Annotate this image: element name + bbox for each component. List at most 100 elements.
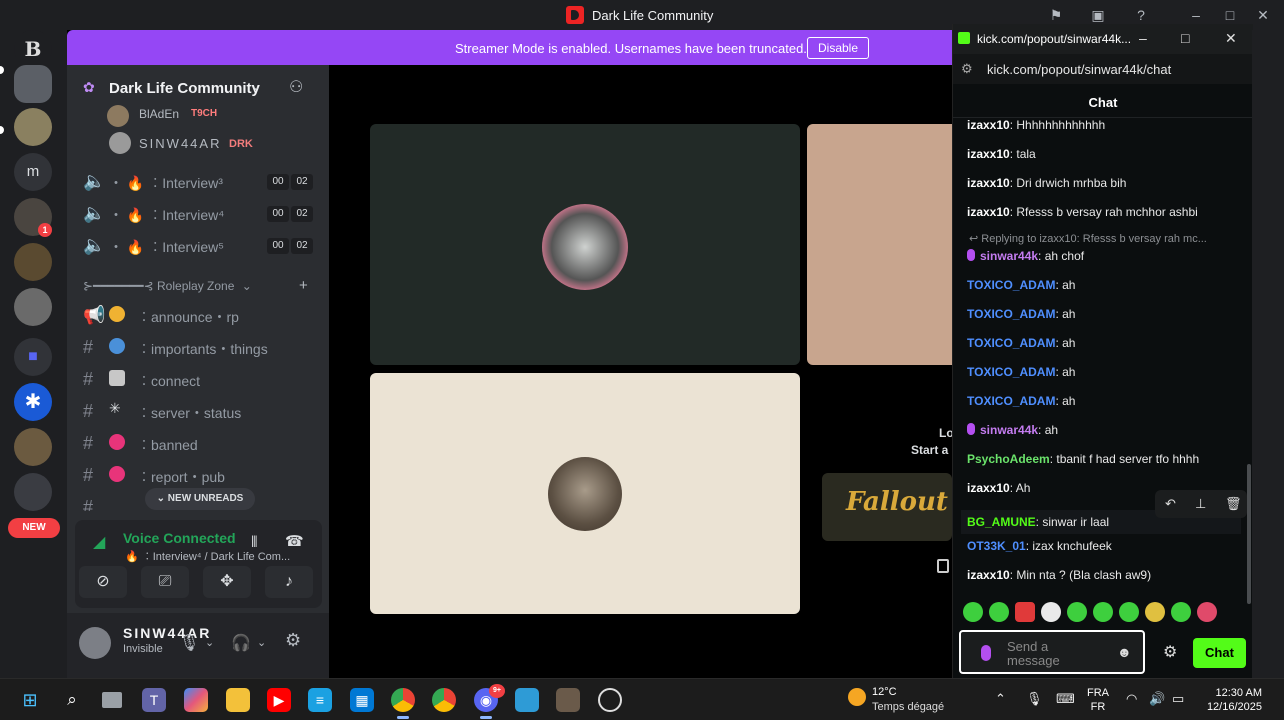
chat-username[interactable]: izaxx10	[967, 205, 1010, 219]
category-roleplay-zone[interactable]: ⊱━━━━━━━⊰ Roleplay Zone ⌄	[83, 279, 252, 293]
voice-channel-interview-4[interactable]: 🔈 ・ 🔥 ︰Interview⁴ 00 02	[81, 199, 321, 227]
voice-user-name[interactable]: SINW44AR	[139, 136, 221, 151]
channel-banned[interactable]: # ︰banned	[81, 429, 321, 457]
game-icon[interactable]	[556, 688, 580, 712]
flag-icon[interactable]: ⚑	[1048, 7, 1064, 23]
chat-settings-icon[interactable]: ⚙	[1163, 642, 1177, 662]
add-member-icon[interactable]: ⚇	[289, 77, 303, 97]
emote-icon[interactable]	[963, 602, 983, 622]
chrome-icon[interactable]	[432, 688, 456, 712]
emote-icon[interactable]	[1015, 602, 1035, 622]
soundboard-icon[interactable]: ♪	[265, 566, 313, 598]
chat-username[interactable]: izaxx10	[967, 147, 1010, 161]
popout-icon[interactable]	[937, 559, 949, 573]
chat-message[interactable]: OT33K_01: izax knchufeek	[967, 539, 1247, 553]
chat-message[interactable]: izaxx10: tala	[967, 147, 1247, 161]
microphone-icon[interactable]: 🎙	[1026, 691, 1043, 707]
channel-server-status[interactable]: # ✳ ︰server・status	[81, 397, 321, 425]
wifi-icon[interactable]: ◠	[1126, 691, 1137, 707]
weather-summary[interactable]: Temps dégagé	[872, 701, 944, 713]
server-avatar-4[interactable]	[14, 243, 52, 281]
minimize-icon[interactable]: –	[1188, 7, 1204, 23]
reply-note[interactable]: ↩ Replying to izaxx10: Rfesss b versay r…	[969, 232, 1207, 245]
teams-icon[interactable]: T	[142, 688, 166, 712]
folder-icon[interactable]: ■	[14, 338, 52, 376]
chat-message[interactable]: izaxx10: Rfesss b versay rah mchhor ashb…	[967, 205, 1247, 219]
channel-connect[interactable]: # ︰connect	[81, 365, 321, 393]
file-explorer-icon[interactable]	[226, 688, 250, 712]
emote-icon[interactable]	[1093, 602, 1113, 622]
chat-message[interactable]: sinwar44k: ah	[967, 423, 1247, 437]
delete-icon[interactable]: 🗑	[1225, 496, 1242, 512]
channel-importants-things[interactable]: # ︰importants・things	[81, 333, 321, 361]
server-avatar-7[interactable]	[14, 473, 52, 511]
chat-username[interactable]: izaxx10	[967, 568, 1010, 582]
chevron-up-icon[interactable]: ⌃	[995, 691, 1006, 707]
chat-username[interactable]: izaxx10	[967, 118, 1010, 132]
chat-message[interactable]: sinwar44k: ah chof	[967, 249, 1247, 263]
chat-username[interactable]: OT33K_01	[967, 539, 1026, 553]
photos-icon[interactable]	[515, 688, 539, 712]
obs-icon[interactable]	[598, 688, 622, 712]
chat-username[interactable]: PsychoAdeem	[967, 452, 1050, 466]
server-logo-b[interactable]: B	[14, 30, 52, 68]
chat-message[interactable]: TOXICO_ADAM: ah	[967, 365, 1247, 379]
server-avatar-5[interactable]	[14, 288, 52, 326]
chevron-down-icon[interactable]: ⌄	[257, 636, 266, 649]
noise-suppression-icon[interactable]: ⦀	[251, 534, 258, 551]
chat-message[interactable]: izaxx10: Dri drwich mrhba bih	[967, 176, 1247, 190]
new-pill[interactable]: NEW	[8, 518, 60, 538]
chat-username[interactable]: izaxx10	[967, 481, 1010, 495]
store-icon[interactable]: ▦	[350, 688, 374, 712]
task-view-icon[interactable]	[102, 692, 122, 708]
chat-send-button[interactable]: Chat	[1193, 638, 1246, 668]
volume-icon[interactable]: 🔊	[1149, 691, 1165, 707]
emote-icon[interactable]	[989, 602, 1009, 622]
voice-channel-interview-5[interactable]: 🔈 ・ 🔥 ︰Interview⁵ 00 02	[81, 231, 321, 259]
emote-icon[interactable]	[1119, 602, 1139, 622]
voice-channel-path[interactable]: 🔥 ︰Interview⁴ / Dark Life Com...	[125, 548, 290, 564]
clock[interactable]: 12:30 AM 12/16/2025	[1196, 686, 1262, 714]
server-avatar-2[interactable]	[14, 108, 52, 146]
chat-message[interactable]: TOXICO_ADAM: ah	[967, 394, 1247, 408]
activities-icon[interactable]: ✥	[203, 566, 251, 598]
search-icon[interactable]: ⌕	[60, 688, 84, 712]
video-tile-2[interactable]	[807, 124, 967, 365]
battery-icon[interactable]: ▭	[1172, 691, 1184, 707]
avatar[interactable]	[79, 627, 111, 659]
server-avatar-6[interactable]	[14, 428, 52, 466]
chat-username[interactable]: BG_AMUNE	[967, 515, 1036, 529]
site-info-icon[interactable]: ⚙	[961, 61, 973, 77]
camera-off-icon[interactable]: ⊘	[79, 566, 127, 598]
microphone-icon[interactable]: 🎙	[179, 633, 199, 653]
chat-message[interactable]: TOXICO_ADAM: ah	[967, 336, 1247, 350]
chrome-profile-icon[interactable]	[391, 688, 415, 712]
gear-icon[interactable]: ⚙	[285, 630, 301, 651]
chat-message[interactable]: TOXICO_ADAM: ah	[967, 278, 1247, 292]
chat-username[interactable]: TOXICO_ADAM	[967, 336, 1055, 350]
chat-username[interactable]: sinwar44k	[980, 249, 1038, 263]
chat-message[interactable]: TOXICO_ADAM: ah	[967, 307, 1247, 321]
channel-announce-rp[interactable]: 📢 ︰announce・rp	[81, 301, 321, 329]
chat-input[interactable]: Send a message ☻	[959, 630, 1145, 674]
guild-header[interactable]: ✿ Dark Life Community ⌄ ⚇	[67, 65, 329, 110]
server-m[interactable]: m	[14, 153, 52, 191]
add-channel-icon[interactable]: +	[299, 277, 308, 294]
headphones-icon[interactable]: 🎧	[231, 633, 251, 653]
chat-username[interactable]: sinwar44k	[980, 423, 1038, 437]
channel-report-pub[interactable]: # ︰report・pub	[81, 461, 321, 489]
weather-temp[interactable]: 12°C	[872, 686, 897, 698]
chat-username[interactable]: TOXICO_ADAM	[967, 307, 1055, 321]
activity-card-fallout[interactable]: Fallout	[822, 473, 952, 541]
voice-channel-interview-3[interactable]: 🔈 ・ 🔥 ︰Interview³ 00 02	[81, 167, 321, 195]
disconnect-icon[interactable]: ☎	[285, 532, 304, 550]
chat-username[interactable]: TOXICO_ADAM	[967, 394, 1055, 408]
video-tile-3[interactable]	[370, 373, 800, 614]
chat-scrollbar[interactable]	[1247, 464, 1251, 604]
emote-icon[interactable]	[1171, 602, 1191, 622]
chat-message[interactable]: izaxx10: Hhhhhhhhhhhhh	[967, 118, 1247, 132]
pin-icon[interactable]: ⊥	[1195, 496, 1206, 512]
emote-icon[interactable]	[1197, 602, 1217, 622]
close-icon[interactable]: ✕	[1255, 7, 1271, 23]
chat-username[interactable]: TOXICO_ADAM	[967, 278, 1055, 292]
